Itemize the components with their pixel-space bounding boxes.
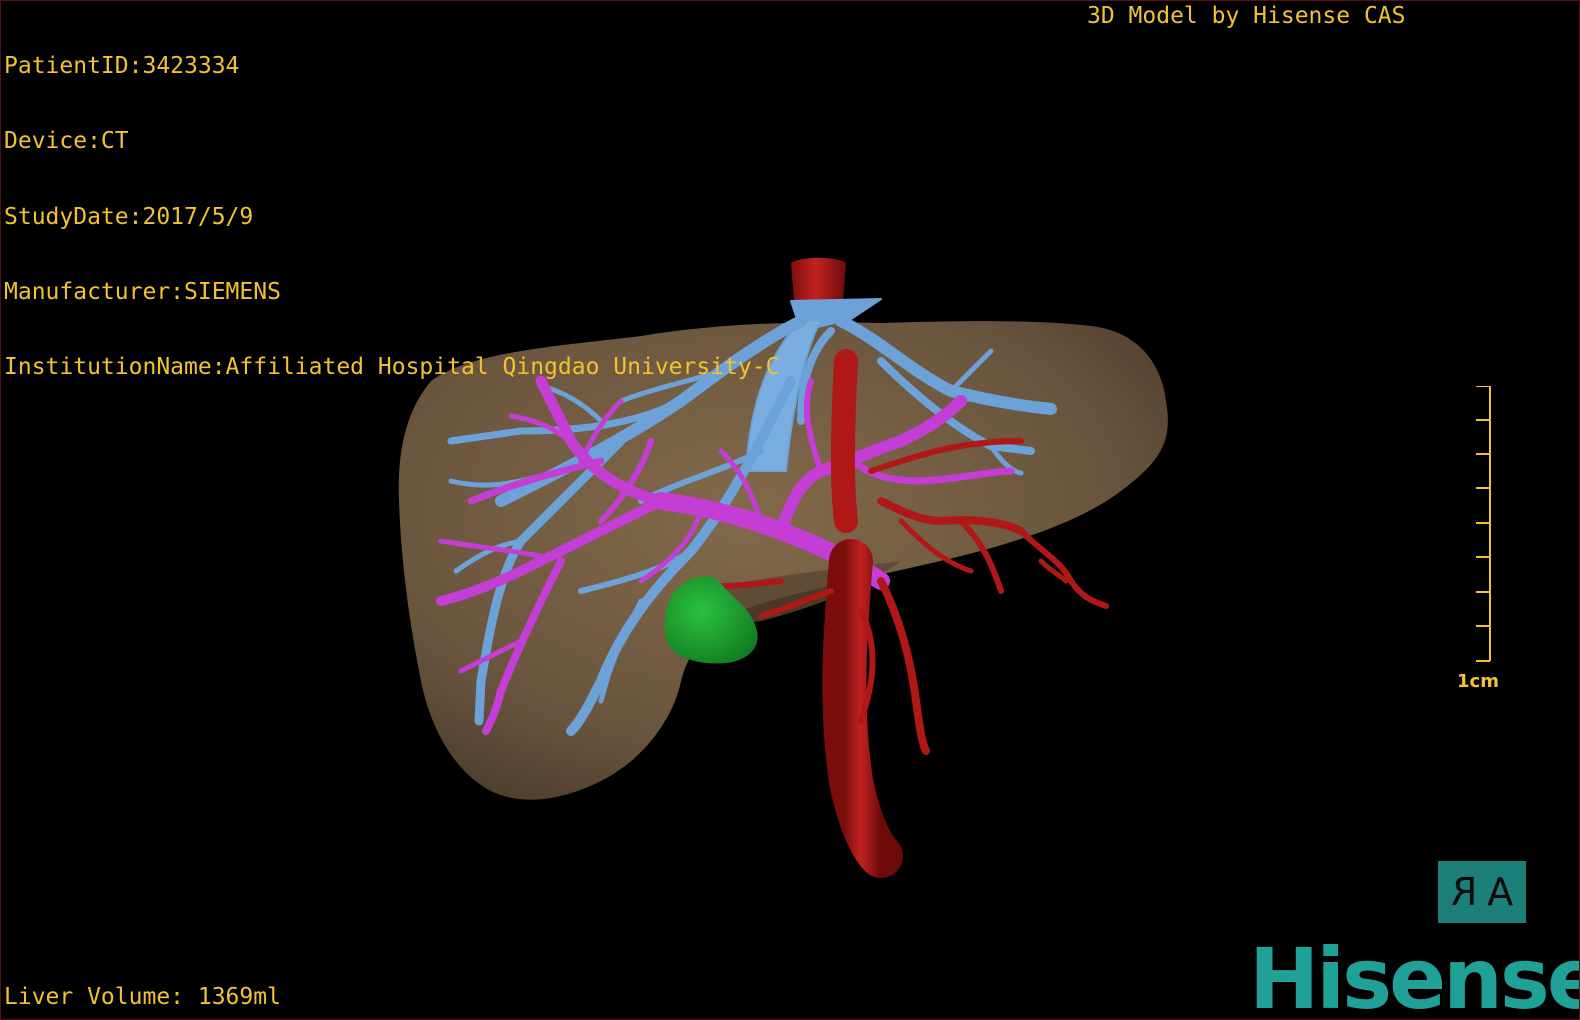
model-credit-label: 3D Model by Hisense CAS bbox=[1087, 3, 1406, 29]
patient-info-panel: PatientID:3423334 Device:CT StudyDate:20… bbox=[4, 4, 779, 430]
device-label: Device:CT bbox=[4, 128, 129, 155]
study-date-label: StudyDate:2017/5/9 bbox=[4, 203, 254, 230]
manufacturer-label: Manufacturer:SIEMENS bbox=[4, 278, 281, 305]
inferior-vena-cava-top bbox=[791, 257, 846, 301]
hisense-logo: Hisense bbox=[1249, 930, 1580, 1020]
orientation-right-glyph: R bbox=[1450, 870, 1478, 914]
orientation-toggle-button[interactable]: R A bbox=[1438, 861, 1526, 923]
patient-id-label: PatientID:3423334 bbox=[4, 53, 240, 79]
liver-volume-readout: Liver Volume: 1369ml bbox=[4, 984, 281, 1010]
institution-label: InstitutionName:Affiliated Hospital Qing… bbox=[4, 354, 780, 381]
scale-bar bbox=[1476, 386, 1491, 662]
orientation-anterior-glyph: A bbox=[1487, 870, 1514, 914]
3d-model-viewport[interactable]: PatientID:3423334 Device:CT StudyDate:20… bbox=[0, 0, 1580, 1020]
scale-label: 1cm bbox=[1457, 671, 1499, 692]
